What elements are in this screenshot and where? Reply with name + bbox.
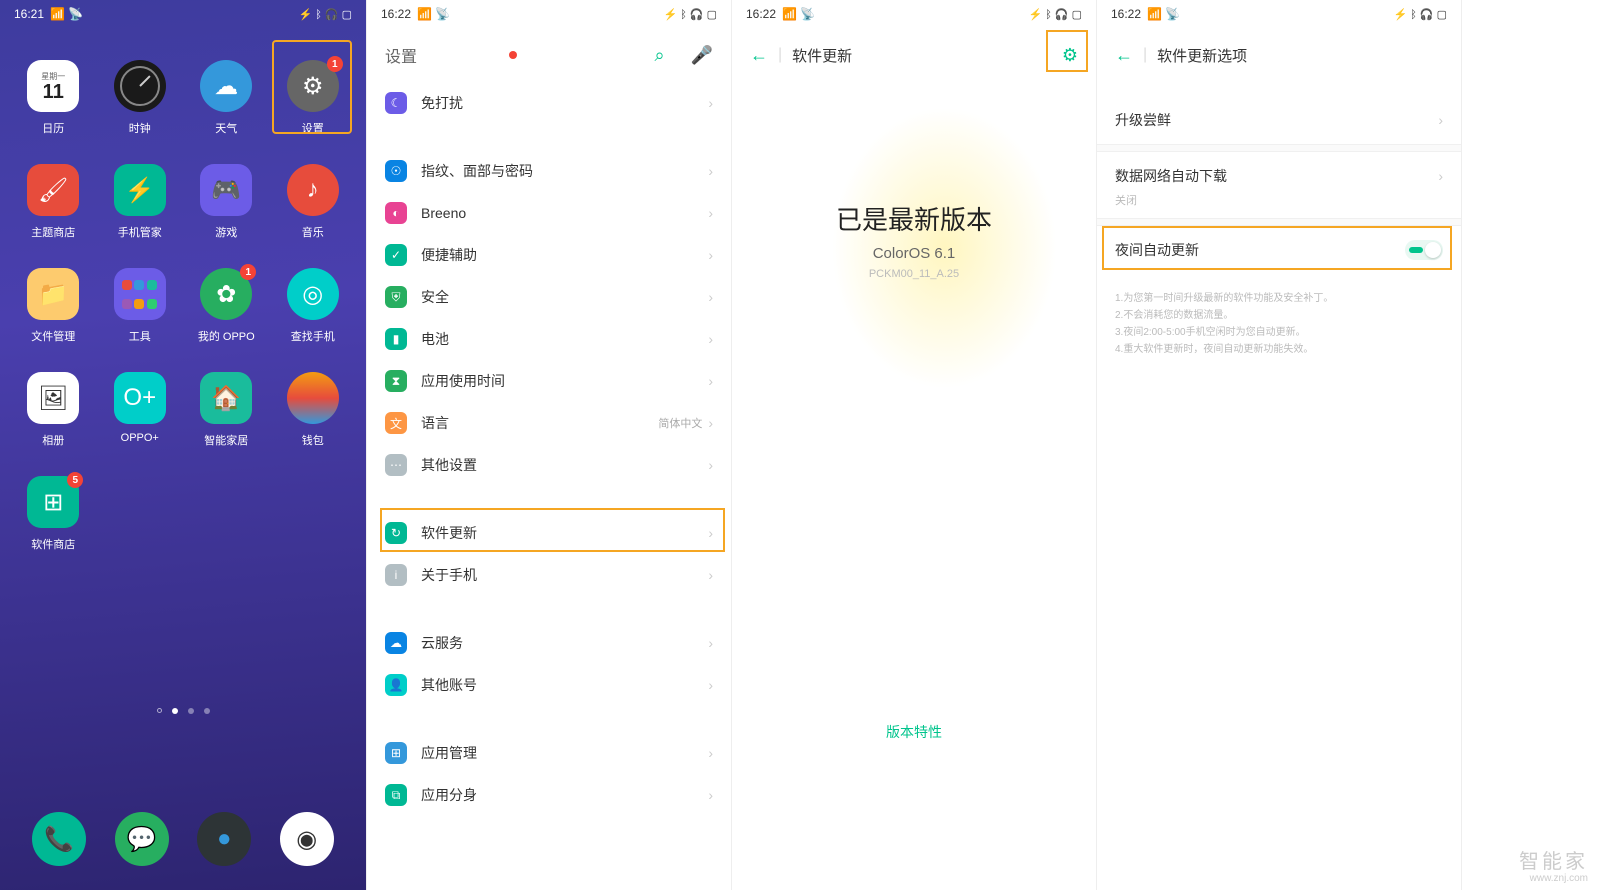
language-icon: 文 [385, 412, 407, 434]
app-files[interactable]: 📁文件管理 [10, 268, 97, 344]
apps-icon: ⊞ [385, 742, 407, 764]
status-bar: 16:22 📶 📡 ⚡ ᛒ 🎧 ▢ [367, 0, 731, 28]
row-security[interactable]: ⛨安全› [385, 276, 713, 318]
row-software-update[interactable]: ↻软件更新› [385, 512, 713, 554]
dock-phone[interactable]: 📞 [32, 812, 86, 866]
row-cloud[interactable]: ☁云服务› [385, 622, 713, 664]
moon-icon: ☾ [385, 92, 407, 114]
night-update-toggle[interactable] [1405, 240, 1443, 260]
version-features-link[interactable]: 版本特性 [732, 722, 1096, 742]
row-beta[interactable]: 升级尝鲜› [1097, 96, 1461, 144]
app-gallery[interactable]: 🖼相册 [10, 372, 97, 448]
dock-browser[interactable]: ● [197, 812, 251, 866]
hourglass-icon: ⧗ [385, 370, 407, 392]
mic-icon[interactable]: 🎤 [691, 45, 713, 66]
update-icon: ↻ [385, 522, 407, 544]
page-indicator[interactable] [0, 708, 366, 714]
user-icon: 👤 [385, 674, 407, 696]
watermark: 智能家 www.znj.com [1519, 851, 1588, 884]
update-glow [762, 80, 1066, 500]
app-wallet[interactable]: 钱包 [270, 372, 357, 448]
clone-icon: ⧉ [385, 784, 407, 806]
notification-dot [509, 51, 517, 59]
dock-camera[interactable]: ◉ [280, 812, 334, 866]
build-number: PCKM00_11_A.25 [732, 268, 1096, 280]
row-night-update[interactable]: 夜间自动更新 [1097, 226, 1461, 274]
os-version: ColorOS 6.1 [732, 245, 1096, 262]
back-icon[interactable]: ← [1115, 45, 1133, 66]
app-music[interactable]: ♪音乐 [270, 164, 357, 240]
app-clock[interactable]: 时钟 [97, 60, 184, 136]
row-screentime[interactable]: ⧗应用使用时间› [385, 360, 713, 402]
row-dnd[interactable]: ☾免打扰› [385, 82, 713, 124]
auto-download-state: 关闭 [1097, 192, 1461, 218]
status-bar: 16:22 📶 📡 ⚡ ᛒ 🎧 ▢ [1097, 0, 1461, 28]
status-bar: 16:22 📶 📡 ⚡ ᛒ 🎧 ▢ [732, 0, 1096, 28]
row-app-clone[interactable]: ⧉应用分身› [385, 774, 713, 816]
update-status: 已是最新版本 [732, 200, 1096, 237]
app-my-oppo[interactable]: ✿1我的 OPPO [183, 268, 270, 344]
status-icons: ⚡ ᛒ 🎧 ▢ [298, 8, 352, 21]
cloud-icon: ☁ [385, 632, 407, 654]
highlight-gear [1046, 30, 1088, 72]
back-icon[interactable]: ← [750, 45, 768, 66]
row-other[interactable]: ⋯其他设置› [385, 444, 713, 486]
accessibility-icon: ✓ [385, 244, 407, 266]
app-phone-manager[interactable]: ⚡手机管家 [97, 164, 184, 240]
chevron-right-icon: › [1438, 168, 1443, 184]
app-smart-home[interactable]: 🏠智能家居 [183, 372, 270, 448]
shield-icon: ⛨ [385, 286, 407, 308]
row-accounts[interactable]: 👤其他账号› [385, 664, 713, 706]
app-games[interactable]: 🎮游戏 [183, 164, 270, 240]
update-panel: 16:22 📶 📡 ⚡ ᛒ 🎧 ▢ ← | 软件更新 ⚙ 已是最新版本 Colo… [732, 0, 1097, 890]
app-theme-store[interactable]: 🖌主题商店 [10, 164, 97, 240]
settings-panel: 16:22 📶 📡 ⚡ ᛒ 🎧 ▢ 设置 ⌕ 🎤 ☾免打扰› ☉指纹、面部与密码… [367, 0, 732, 890]
app-find-phone[interactable]: ◎查找手机 [270, 268, 357, 344]
row-biometric[interactable]: ☉指纹、面部与密码› [385, 150, 713, 192]
row-app-manage[interactable]: ⊞应用管理› [385, 732, 713, 774]
dock-messages[interactable]: 💬 [115, 812, 169, 866]
home-screen-panel: 16:21📶 📡 ⚡ ᛒ 🎧 ▢ 星期一11 日历 时钟 ☁天气 ⚙1设置 🖌主… [0, 0, 367, 890]
page-title: 软件更新 [792, 45, 1052, 66]
more-icon: ⋯ [385, 454, 407, 476]
info-icon: i [385, 564, 407, 586]
status-bar: 16:21📶 📡 ⚡ ᛒ 🎧 ▢ [0, 0, 366, 28]
app-calendar[interactable]: 星期一11 日历 [10, 60, 97, 136]
row-about[interactable]: i关于手机› [385, 554, 713, 596]
status-time: 16:21 [14, 7, 44, 21]
row-accessibility[interactable]: ✓便捷辅助› [385, 234, 713, 276]
page-title: 软件更新选项 [1157, 45, 1443, 66]
app-oppo-plus[interactable]: O+OPPO+ [97, 372, 184, 448]
dock: 📞 💬 ● ◉ [0, 812, 366, 866]
app-weather[interactable]: ☁天气 [183, 60, 270, 136]
battery-icon: ▮ [385, 328, 407, 350]
breeno-icon: ◐ [385, 202, 407, 224]
update-options-panel: 16:22 📶 📡 ⚡ ᛒ 🎧 ▢ ← | 软件更新选项 升级尝鲜› 数据网络自… [1097, 0, 1462, 890]
row-battery[interactable]: ▮电池› [385, 318, 713, 360]
fingerprint-icon: ☉ [385, 160, 407, 182]
notes: 1.为您第一时间升级最新的软件功能及安全补丁。 2.不会消耗您的数据流量。 3.… [1097, 274, 1461, 374]
app-settings[interactable]: ⚙1设置 [270, 60, 357, 136]
row-breeno[interactable]: ◐Breeno› [385, 192, 713, 234]
app-software-store[interactable]: ⊞5软件商店 [10, 476, 97, 552]
settings-title: 设置 [385, 43, 499, 67]
row-language[interactable]: 文语言简体中文› [385, 402, 713, 444]
chevron-right-icon: › [708, 95, 713, 111]
app-tools[interactable]: 工具 [97, 268, 184, 344]
search-icon[interactable]: ⌕ [655, 45, 665, 66]
chevron-right-icon: › [1438, 112, 1443, 128]
